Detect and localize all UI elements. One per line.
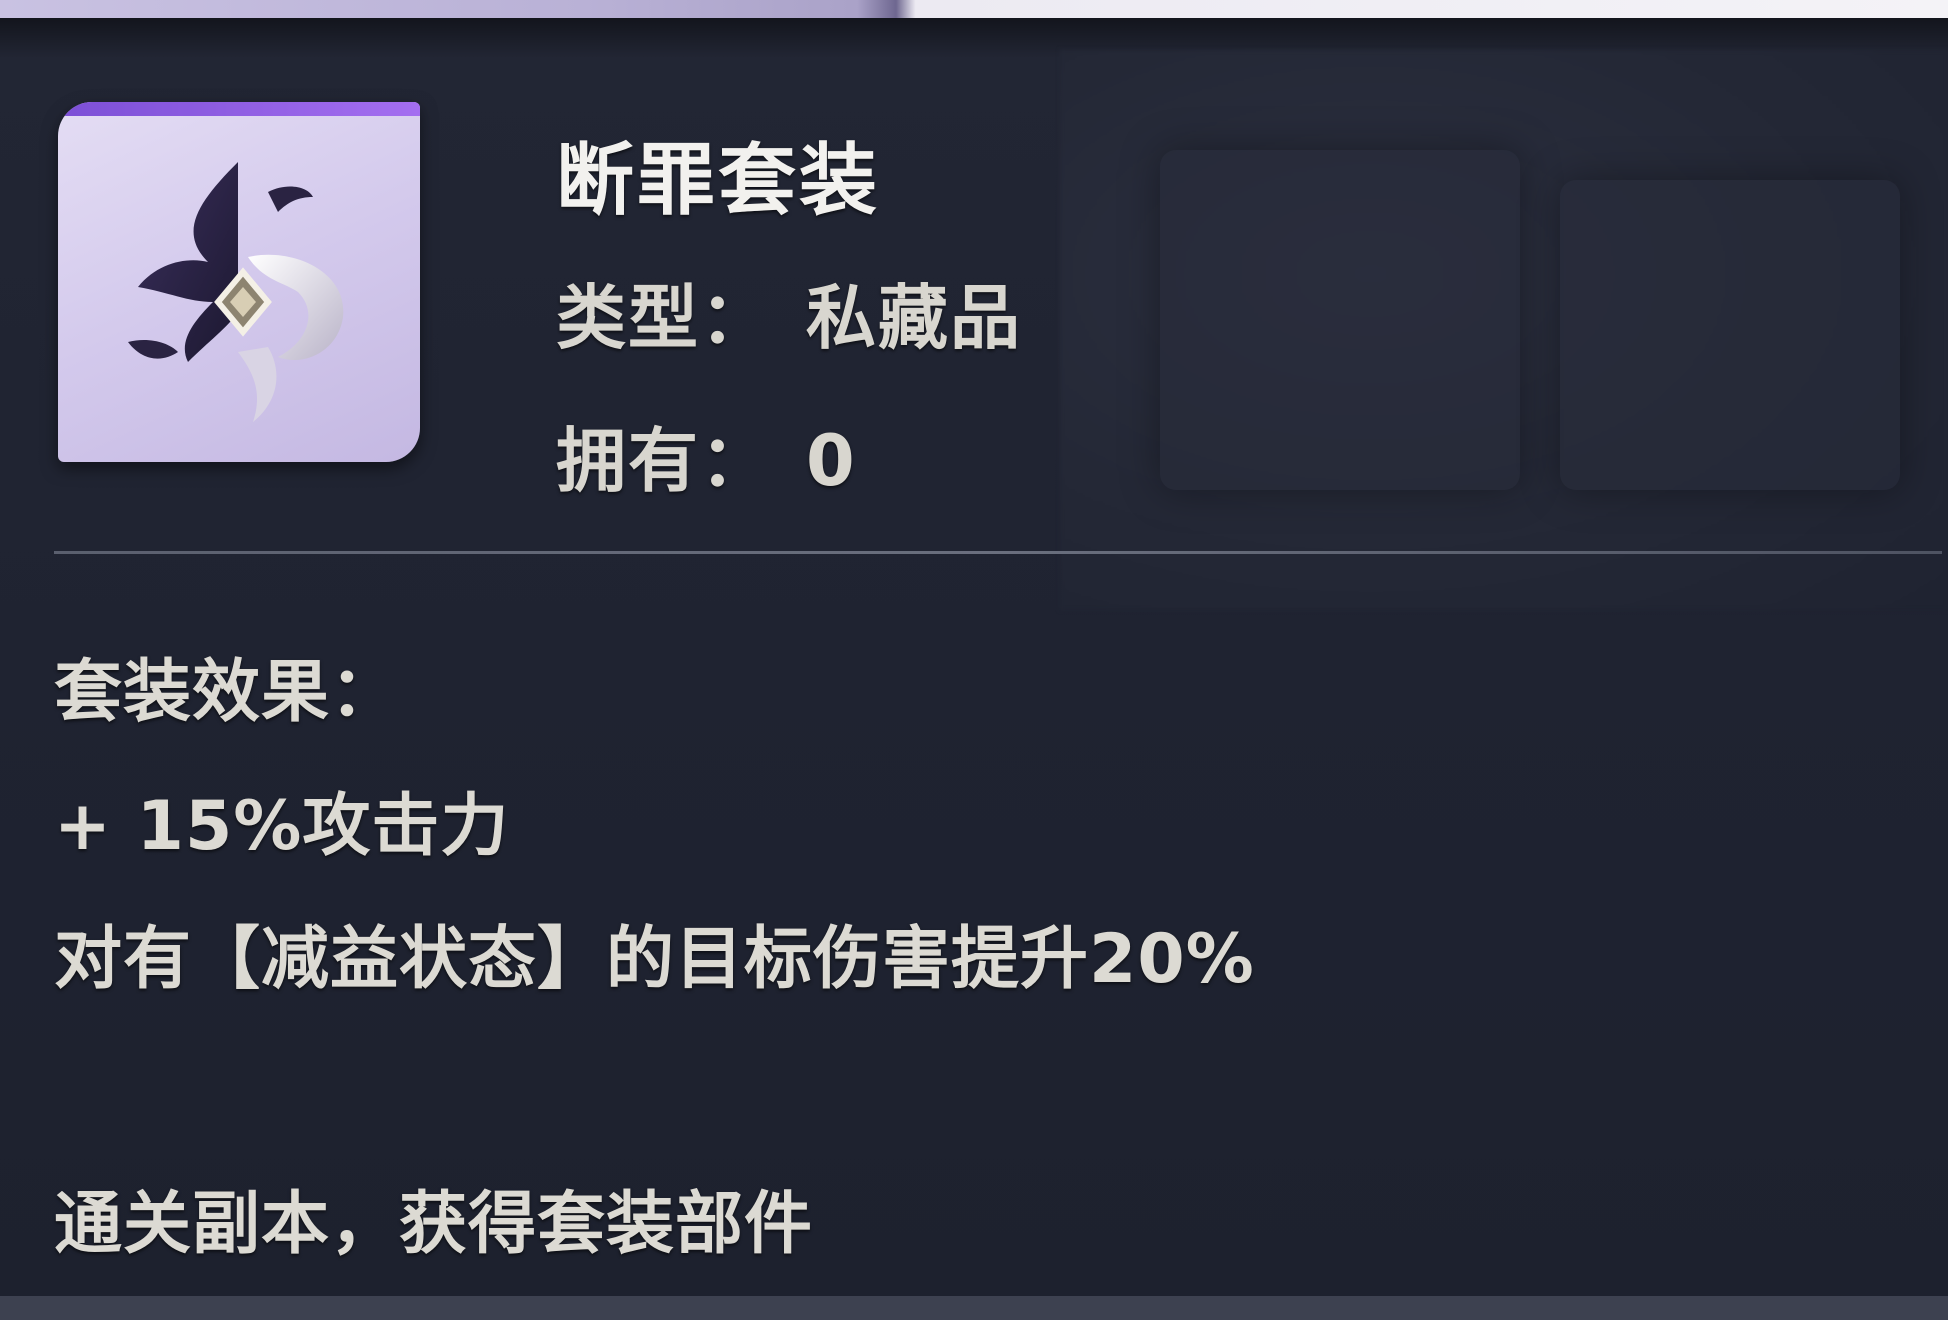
acquisition-source-text: 通关副本，获得套装部件 bbox=[54, 1185, 814, 1264]
item-type-row: 类型： 私藏品 bbox=[556, 262, 1022, 363]
background-card bbox=[1560, 180, 1900, 490]
item-owned-count: 0 bbox=[806, 420, 857, 502]
item-type-label: 类型： bbox=[556, 277, 772, 359]
background-card bbox=[1160, 150, 1520, 490]
set-effect-line: + 15%攻击力 bbox=[54, 787, 510, 866]
set-effect-heading: 套装效果： bbox=[54, 653, 400, 732]
item-owned-row: 拥有： 0 bbox=[556, 405, 857, 506]
item-name: 断罪套装 bbox=[556, 136, 881, 226]
dark-crest-emblem-icon bbox=[128, 162, 344, 422]
item-detail-screen: 断罪套装 类型： 私藏品 拥有： 0 套装效果： + 15%攻击力 对有【减益状态】… bbox=[0, 0, 1948, 1320]
item-icon-card bbox=[58, 102, 420, 462]
item-owned-label: 拥有： bbox=[556, 420, 772, 502]
bottom-edge-bar bbox=[0, 1296, 1948, 1320]
set-effect-line: 对有【减益状态】的目标伤害提升20% bbox=[54, 920, 1255, 999]
item-type-value: 私藏品 bbox=[806, 277, 1022, 359]
section-divider bbox=[54, 551, 1942, 554]
background-scene-strip bbox=[0, 0, 1948, 18]
